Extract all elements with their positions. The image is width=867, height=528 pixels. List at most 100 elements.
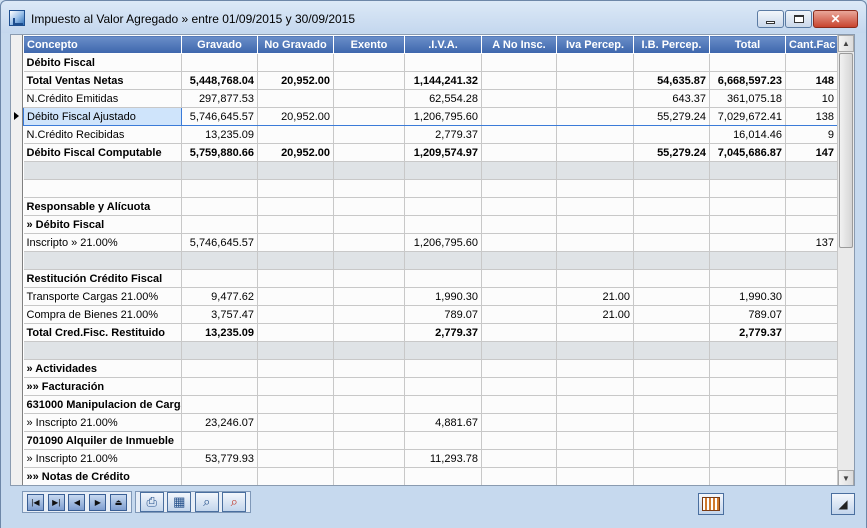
value-cell[interactable]: 1,990.30 (404, 287, 482, 306)
column-header[interactable]: A No Insc. (481, 35, 557, 54)
concepto-cell[interactable]: » Débito Fiscal (23, 215, 182, 234)
value-cell[interactable] (481, 449, 557, 468)
value-cell[interactable]: 5,448,768.04 (181, 71, 258, 90)
row-indicator-column[interactable] (11, 35, 23, 485)
scroll-up-button[interactable]: ▲ (838, 35, 854, 52)
value-cell[interactable] (556, 197, 634, 216)
value-cell[interactable] (633, 197, 710, 216)
vertical-scrollbar[interactable]: ▲ ▼ (837, 35, 854, 485)
value-cell[interactable] (556, 107, 634, 126)
value-cell[interactable] (556, 179, 634, 198)
value-cell[interactable] (333, 233, 405, 252)
concepto-cell[interactable]: Débito Fiscal (23, 53, 182, 72)
value-cell[interactable] (482, 486, 557, 487)
value-cell[interactable]: 55,279.24 (633, 143, 710, 162)
value-cell[interactable] (257, 53, 334, 72)
table-row[interactable] (23, 161, 838, 180)
value-cell[interactable]: 5,746,645.57 (181, 107, 258, 126)
value-cell[interactable] (404, 359, 482, 378)
table-row[interactable]: Restitución Crédito Fiscal (23, 269, 838, 288)
value-cell[interactable] (181, 431, 258, 450)
value-cell[interactable]: 4,881.67 (404, 413, 482, 432)
value-cell[interactable] (333, 395, 405, 414)
zoom-red-button[interactable]: ⌕ (222, 492, 247, 512)
value-cell[interactable] (481, 377, 557, 396)
next-record-button[interactable]: ▶ (89, 493, 107, 511)
value-cell[interactable] (333, 467, 405, 485)
value-cell[interactable] (404, 53, 482, 72)
value-cell[interactable]: 13,235.09 (181, 125, 258, 144)
value-cell[interactable] (333, 53, 405, 72)
table-row[interactable]: Compra de Bienes 21.00% 3,757.47 789.07 21.… (23, 305, 838, 324)
scroll-down-button[interactable]: ▼ (838, 470, 854, 485)
value-cell[interactable] (481, 161, 557, 180)
value-cell[interactable] (334, 486, 405, 487)
table-row[interactable]: 701090 Alquiler de Inmueble (23, 431, 838, 450)
value-cell[interactable] (709, 215, 786, 234)
value-cell[interactable] (181, 161, 258, 180)
value-cell[interactable] (785, 197, 838, 216)
value-cell[interactable]: 20,952.00 (257, 107, 334, 126)
table-row[interactable]: N.Crédito Recibidas 13,235.09 2,779.37 16,0… (23, 125, 838, 144)
minimize-button[interactable] (757, 10, 784, 28)
value-cell[interactable] (257, 197, 334, 216)
value-cell[interactable] (481, 359, 557, 378)
value-cell[interactable] (481, 125, 557, 144)
column-header[interactable]: Exento (333, 35, 405, 54)
column-header[interactable]: I.B. Percep. (633, 35, 710, 54)
value-cell[interactable] (405, 486, 482, 487)
column-header[interactable]: Iva Percep. (556, 35, 634, 54)
concepto-cell[interactable]: N.Crédito Recibidas (23, 125, 182, 144)
table-row[interactable]: Débito Fiscal Computable 5,759,880.66 20,9… (23, 143, 838, 162)
value-cell[interactable] (785, 449, 838, 468)
value-cell[interactable] (257, 251, 334, 270)
value-cell[interactable]: 789.07 (404, 305, 482, 324)
value-cell[interactable] (333, 341, 405, 360)
value-cell[interactable]: 1,209,574.97 (404, 143, 482, 162)
table-row[interactable] (23, 179, 838, 198)
table-row[interactable]: Débito Fiscal (23, 53, 838, 72)
value-cell[interactable] (257, 377, 334, 396)
concepto-cell[interactable]: 701090 Alquiler de Inmueble (23, 431, 182, 450)
value-cell[interactable]: 643.37 (633, 89, 710, 108)
value-cell[interactable] (557, 486, 634, 487)
value-cell[interactable] (633, 233, 710, 252)
value-cell[interactable] (481, 287, 557, 306)
value-cell[interactable] (709, 413, 786, 432)
eject-button[interactable]: ⏏ (110, 493, 128, 511)
value-cell[interactable] (633, 215, 710, 234)
value-cell[interactable] (181, 395, 258, 414)
table-row[interactable]: 602190 Transporte Interprovin (24, 486, 838, 487)
value-cell[interactable] (633, 467, 710, 485)
value-cell[interactable] (709, 395, 786, 414)
close-button[interactable]: ✕ (813, 10, 858, 28)
value-cell[interactable]: 2,779.37 (709, 323, 786, 342)
value-cell[interactable] (633, 305, 710, 324)
value-cell[interactable] (257, 161, 334, 180)
value-cell[interactable] (333, 143, 405, 162)
value-cell[interactable] (785, 467, 838, 485)
value-cell[interactable]: 53,779.93 (181, 449, 258, 468)
value-cell[interactable] (333, 305, 405, 324)
value-cell[interactable] (481, 89, 557, 108)
value-cell[interactable] (709, 377, 786, 396)
value-cell[interactable]: 789.07 (709, 305, 786, 324)
value-cell[interactable] (333, 449, 405, 468)
value-cell[interactable] (257, 89, 334, 108)
value-cell[interactable]: 20,952.00 (257, 71, 334, 90)
concepto-cell[interactable] (23, 341, 182, 360)
value-cell[interactable] (633, 359, 710, 378)
value-cell[interactable]: 147 (785, 143, 838, 162)
value-cell[interactable] (257, 449, 334, 468)
value-cell[interactable] (785, 179, 838, 198)
value-cell[interactable] (785, 341, 838, 360)
value-cell[interactable] (404, 269, 482, 288)
concepto-cell[interactable]: »» Notas de Crédito (23, 467, 182, 485)
value-cell[interactable] (785, 305, 838, 324)
concepto-cell[interactable]: Compra de Bienes 21.00% (23, 305, 182, 324)
concepto-cell[interactable] (23, 251, 182, 270)
value-cell[interactable]: 21.00 (556, 305, 634, 324)
column-header[interactable]: Total (709, 35, 786, 54)
value-cell[interactable] (258, 486, 334, 487)
value-cell[interactable] (481, 143, 557, 162)
